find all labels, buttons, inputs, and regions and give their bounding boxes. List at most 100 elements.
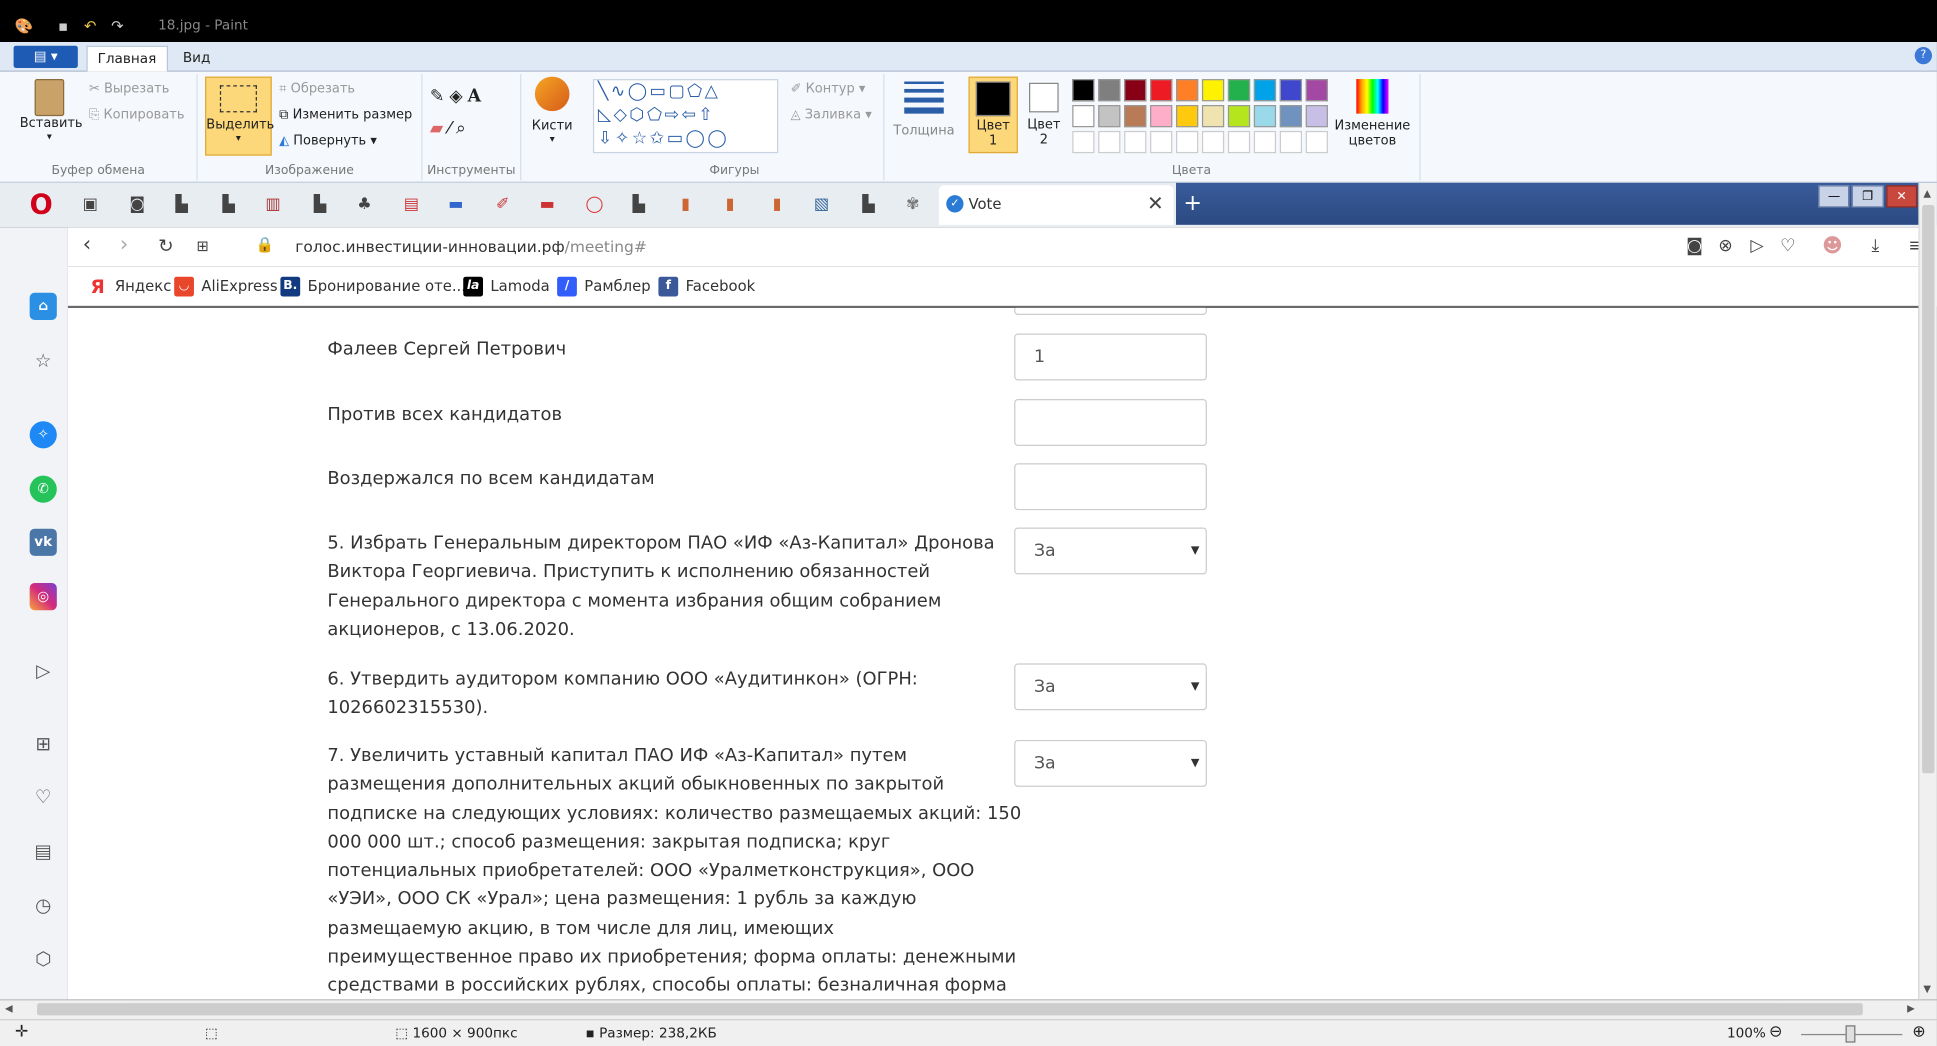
- bookmark-facebook[interactable]: f Facebook: [658, 276, 755, 297]
- palette-color-swatch[interactable]: [1305, 105, 1328, 128]
- minimize-icon[interactable]: —: [1818, 185, 1850, 208]
- fill-bucket-icon[interactable]: ◈: [449, 86, 467, 106]
- palette-color-swatch[interactable]: [1227, 79, 1251, 102]
- palette-color-swatch[interactable]: [1279, 105, 1303, 128]
- vk-icon[interactable]: vk: [29, 528, 57, 556]
- messenger-icon[interactable]: ✧: [29, 421, 57, 449]
- bookmark-booking[interactable]: B. Бронирование оте...: [280, 276, 466, 297]
- pencil-icon[interactable]: ✎: [430, 86, 449, 106]
- custom-color-slot[interactable]: [1305, 130, 1328, 154]
- scrollbar-thumb[interactable]: [1922, 205, 1935, 774]
- tab-favicon-11-icon[interactable]: ▬: [539, 195, 556, 215]
- cube-icon[interactable]: ⬡: [30, 945, 57, 972]
- tab-favicon-14-icon[interactable]: ▮: [677, 195, 694, 215]
- new-tab-icon[interactable]: +: [1183, 190, 1202, 216]
- bookmark-rambler[interactable]: / Рамблер: [557, 276, 651, 297]
- tab-favicon-8-icon[interactable]: ▤: [403, 195, 420, 215]
- history-clock-icon[interactable]: ◷: [30, 892, 57, 919]
- tab-favicon-1-icon[interactable]: ▣: [82, 195, 99, 215]
- shapes-gallery[interactable]: ╲∿◯▭▢⬠△ ◺◇⬡⬠⇨⇦⇧ ⇩✧☆✩▭◯◯: [592, 79, 779, 154]
- url-field[interactable]: голос.инвестиции-инновации.рф/meeting#: [295, 237, 647, 256]
- zoom-out-icon[interactable]: ⊖: [1769, 1023, 1782, 1042]
- tab-favicon-18-icon[interactable]: ▙: [860, 195, 877, 215]
- send-icon[interactable]: ▷: [30, 657, 57, 684]
- bookmark-aliexpress[interactable]: ◡ AliExpress: [174, 276, 278, 297]
- vertical-scrollbar[interactable]: ▲ ▼: [1918, 182, 1937, 1000]
- tab-favicon-13-icon[interactable]: ▙: [630, 195, 647, 215]
- color2-button[interactable]: Цвет 2: [1023, 77, 1065, 154]
- custom-color-slot[interactable]: [1098, 130, 1121, 154]
- sidebar-home-icon[interactable]: ⌂: [29, 292, 57, 320]
- custom-color-slot[interactable]: [1201, 130, 1225, 154]
- select-button[interactable]: Выделить ▾: [205, 76, 274, 156]
- palette-color-swatch[interactable]: [1124, 79, 1147, 102]
- scroll-down-icon[interactable]: ▼: [1923, 983, 1931, 994]
- question-7-select[interactable]: За ▼: [1014, 739, 1207, 787]
- bookmark-heart-icon[interactable]: ♡: [1780, 236, 1796, 256]
- palette-color-swatch[interactable]: [1072, 105, 1095, 128]
- tabs-grid-icon[interactable]: ⊞: [196, 237, 208, 254]
- candidate-votes-input[interactable]: 1: [1014, 333, 1207, 381]
- extensions-icon[interactable]: ⊞: [30, 730, 57, 757]
- bookmark-yandex[interactable]: Я Яндекс: [88, 277, 171, 297]
- palette-color-swatch[interactable]: [1279, 79, 1303, 102]
- paste-button[interactable]: Вставить ▾: [20, 79, 83, 142]
- palette-color-swatch[interactable]: [1305, 79, 1328, 102]
- tab-favicon-15-icon[interactable]: ▮: [721, 195, 738, 215]
- snapshot-icon[interactable]: ◙: [1686, 236, 1703, 256]
- tab-favicon-10-icon[interactable]: ✐: [494, 195, 511, 215]
- palette-color-swatch[interactable]: [1201, 105, 1225, 128]
- download-icon[interactable]: ⤓: [1871, 236, 1879, 256]
- tab-vote[interactable]: ✓ Vote ✕: [938, 185, 1174, 225]
- palette-color-swatch[interactable]: [1072, 79, 1095, 102]
- favorites-heart-icon[interactable]: ♡: [30, 783, 57, 810]
- rotate-button[interactable]: ◭ Повернуть ▾: [279, 133, 377, 148]
- custom-color-slot[interactable]: [1253, 130, 1277, 154]
- sidebar-speed-dial-icon[interactable]: ☆: [30, 347, 57, 374]
- size-button[interactable]: Толщина: [889, 77, 958, 138]
- tab-favicon-9-icon[interactable]: ▬: [447, 195, 464, 215]
- opera-logo-icon[interactable]: O: [30, 192, 57, 220]
- tab-favicon-6-icon[interactable]: ▙: [311, 195, 328, 215]
- redo-icon[interactable]: ↷: [109, 17, 126, 34]
- maximize-icon[interactable]: ❐: [1852, 185, 1884, 208]
- scroll-up-icon[interactable]: ▲: [1923, 188, 1931, 199]
- palette-color-swatch[interactable]: [1098, 105, 1121, 128]
- tab-close-icon[interactable]: ✕: [1147, 191, 1164, 214]
- tab-favicon-16-icon[interactable]: ▮: [768, 195, 785, 215]
- instagram-icon[interactable]: ◎: [29, 583, 57, 611]
- custom-color-slot[interactable]: [1176, 130, 1199, 154]
- palette-color-swatch[interactable]: [1176, 79, 1199, 102]
- text-icon[interactable]: A: [468, 86, 486, 106]
- tab-favicon-12-icon[interactable]: ◯: [586, 195, 604, 215]
- scroll-right-icon[interactable]: ▶: [1907, 1003, 1915, 1014]
- bookmark-lamoda[interactable]: la Lamoda: [463, 276, 550, 297]
- palette-color-swatch[interactable]: [1150, 79, 1173, 102]
- tab-favicon-4-icon[interactable]: ▙: [220, 195, 237, 215]
- palette-color-swatch[interactable]: [1253, 79, 1277, 102]
- profile-icon[interactable]: ☻: [1822, 233, 1843, 256]
- custom-color-slot[interactable]: [1150, 130, 1173, 154]
- adblock-icon[interactable]: ⊗: [1718, 236, 1732, 256]
- help-icon[interactable]: ?: [1914, 46, 1933, 65]
- custom-color-slot[interactable]: [1124, 130, 1147, 154]
- save-icon[interactable]: ▪: [54, 17, 71, 34]
- question-6-select[interactable]: За ▼: [1014, 663, 1207, 711]
- tab-favicon-5-icon[interactable]: ▥: [264, 195, 281, 215]
- news-icon[interactable]: ▤: [30, 838, 57, 865]
- color-picker-icon[interactable]: ⁄: [448, 119, 456, 139]
- eraser-icon[interactable]: ▰: [430, 119, 448, 139]
- color1-button[interactable]: Цвет 1: [968, 76, 1018, 154]
- horizontal-scrollbar[interactable]: ◀ ▶: [0, 999, 1937, 1020]
- edit-colors-button[interactable]: Изменение цветов: [1332, 79, 1414, 148]
- tab-home[interactable]: Главная: [86, 45, 168, 72]
- question-5-select[interactable]: За ▼: [1014, 527, 1207, 575]
- scroll-left-icon[interactable]: ◀: [5, 1003, 13, 1014]
- crop-button[interactable]: ⌗ Обрезать: [279, 82, 355, 98]
- copy-button[interactable]: ⎘ Копировать: [89, 107, 185, 123]
- zoom-in-icon[interactable]: ⊕: [1912, 1023, 1925, 1042]
- back-icon[interactable]: ‹: [83, 232, 91, 257]
- tab-favicon-17-icon[interactable]: ▧: [813, 195, 830, 215]
- file-menu-button[interactable]: ▤ ▾: [13, 45, 78, 68]
- outline-button[interactable]: ✐ Контур ▾: [791, 82, 866, 97]
